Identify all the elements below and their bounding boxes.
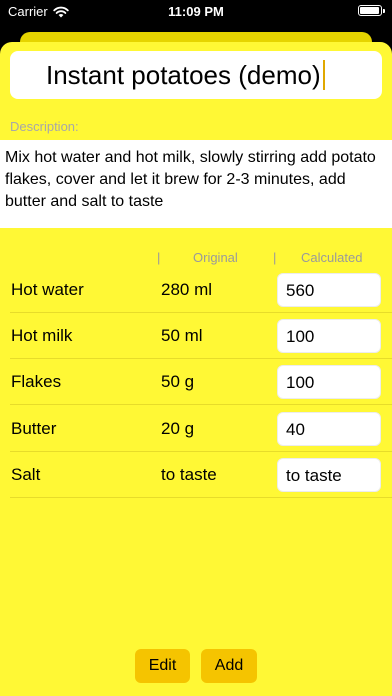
status-bar: Carrier 11:09 PM (0, 0, 392, 24)
ingredient-name: Flakes (11, 372, 62, 391)
recipe-sheet: Instant potatoes (demo) Description: Mix… (0, 42, 392, 696)
ingredient-row: Hot water 280 ml 560 (0, 267, 392, 313)
calculated-amount-field[interactable]: 100 (277, 319, 381, 353)
battery-icon (358, 5, 385, 16)
description-label: Description: (10, 119, 79, 134)
ingredient-original-amount: 20 g (161, 419, 195, 438)
ingredient-row: Butter 20 g 40 (0, 406, 392, 452)
row-divider (10, 497, 392, 498)
ingredient-row: Flakes 50 g 100 (0, 359, 392, 405)
ingredient-row: Hot milk 50 ml 100 (0, 313, 392, 359)
clock: 11:09 PM (168, 4, 224, 19)
ingredient-original-amount: to taste (161, 465, 217, 484)
calculated-amount-field[interactable]: 560 (277, 273, 381, 307)
calculated-amount-field[interactable]: to taste (277, 458, 381, 492)
recipe-title-field[interactable]: Instant potatoes (demo) (10, 51, 382, 99)
column-separator: | (157, 250, 161, 265)
header-original: Original (193, 250, 238, 265)
ingredient-name: Butter (11, 419, 57, 438)
calculated-amount-field[interactable]: 40 (277, 412, 381, 446)
recipe-title-text: Instant potatoes (demo) (46, 60, 321, 90)
edit-button[interactable]: Edit (135, 649, 190, 683)
ingredient-name: Hot milk (11, 326, 73, 345)
ingredient-original-amount: 280 ml (161, 280, 213, 299)
header-calculated: Calculated (301, 250, 363, 265)
ingredient-name: Hot water (11, 280, 84, 299)
calculated-amount-field[interactable]: 100 (277, 365, 381, 399)
ingredient-row: Salt to taste to taste (0, 452, 392, 498)
row-divider (10, 404, 392, 405)
ingredient-original-amount: 50 g (161, 372, 195, 391)
description-field[interactable]: Mix hot water and hot milk, slowly stirr… (0, 140, 392, 228)
column-separator: | (273, 250, 277, 265)
ingredient-original-amount: 50 ml (161, 326, 203, 345)
ingredient-name: Salt (11, 465, 41, 484)
text-caret (322, 60, 325, 91)
add-button[interactable]: Add (201, 649, 257, 683)
